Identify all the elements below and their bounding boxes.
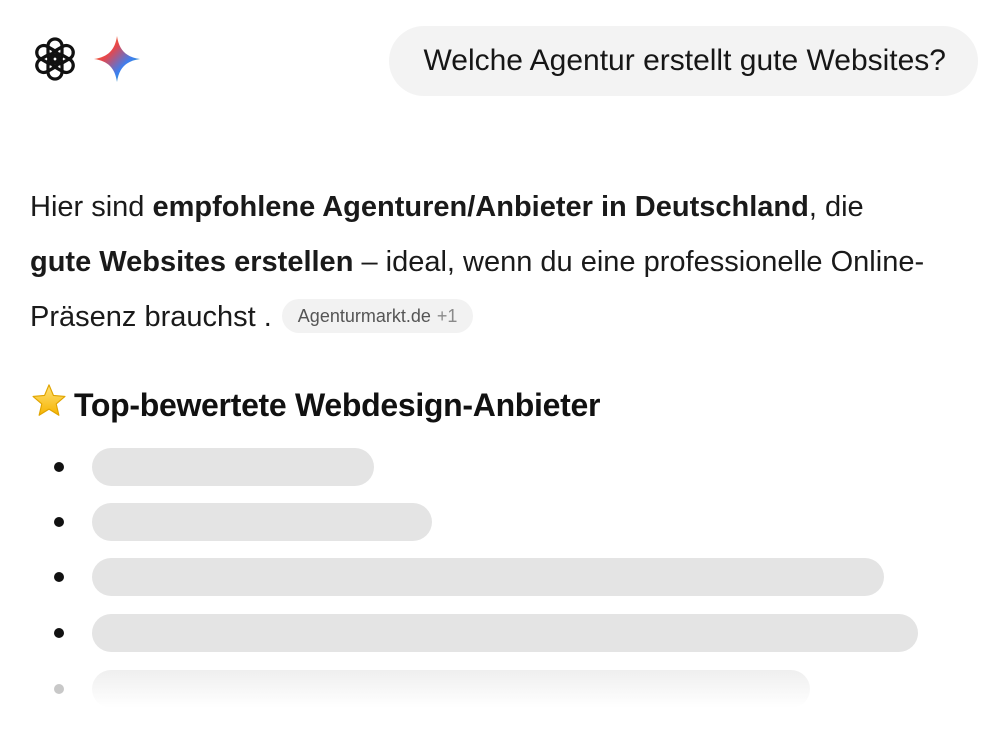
loading-placeholder (92, 614, 918, 652)
bullet-dot (54, 517, 64, 527)
loading-placeholder (92, 448, 374, 486)
loading-placeholder (92, 503, 432, 541)
bullet-dot (54, 462, 64, 472)
loading-list (0, 0, 1000, 736)
loading-placeholder (92, 670, 810, 708)
bullet-dot (54, 572, 64, 582)
loading-placeholder (92, 558, 884, 596)
bullet-dot (54, 684, 64, 694)
bullet-dot (54, 628, 64, 638)
